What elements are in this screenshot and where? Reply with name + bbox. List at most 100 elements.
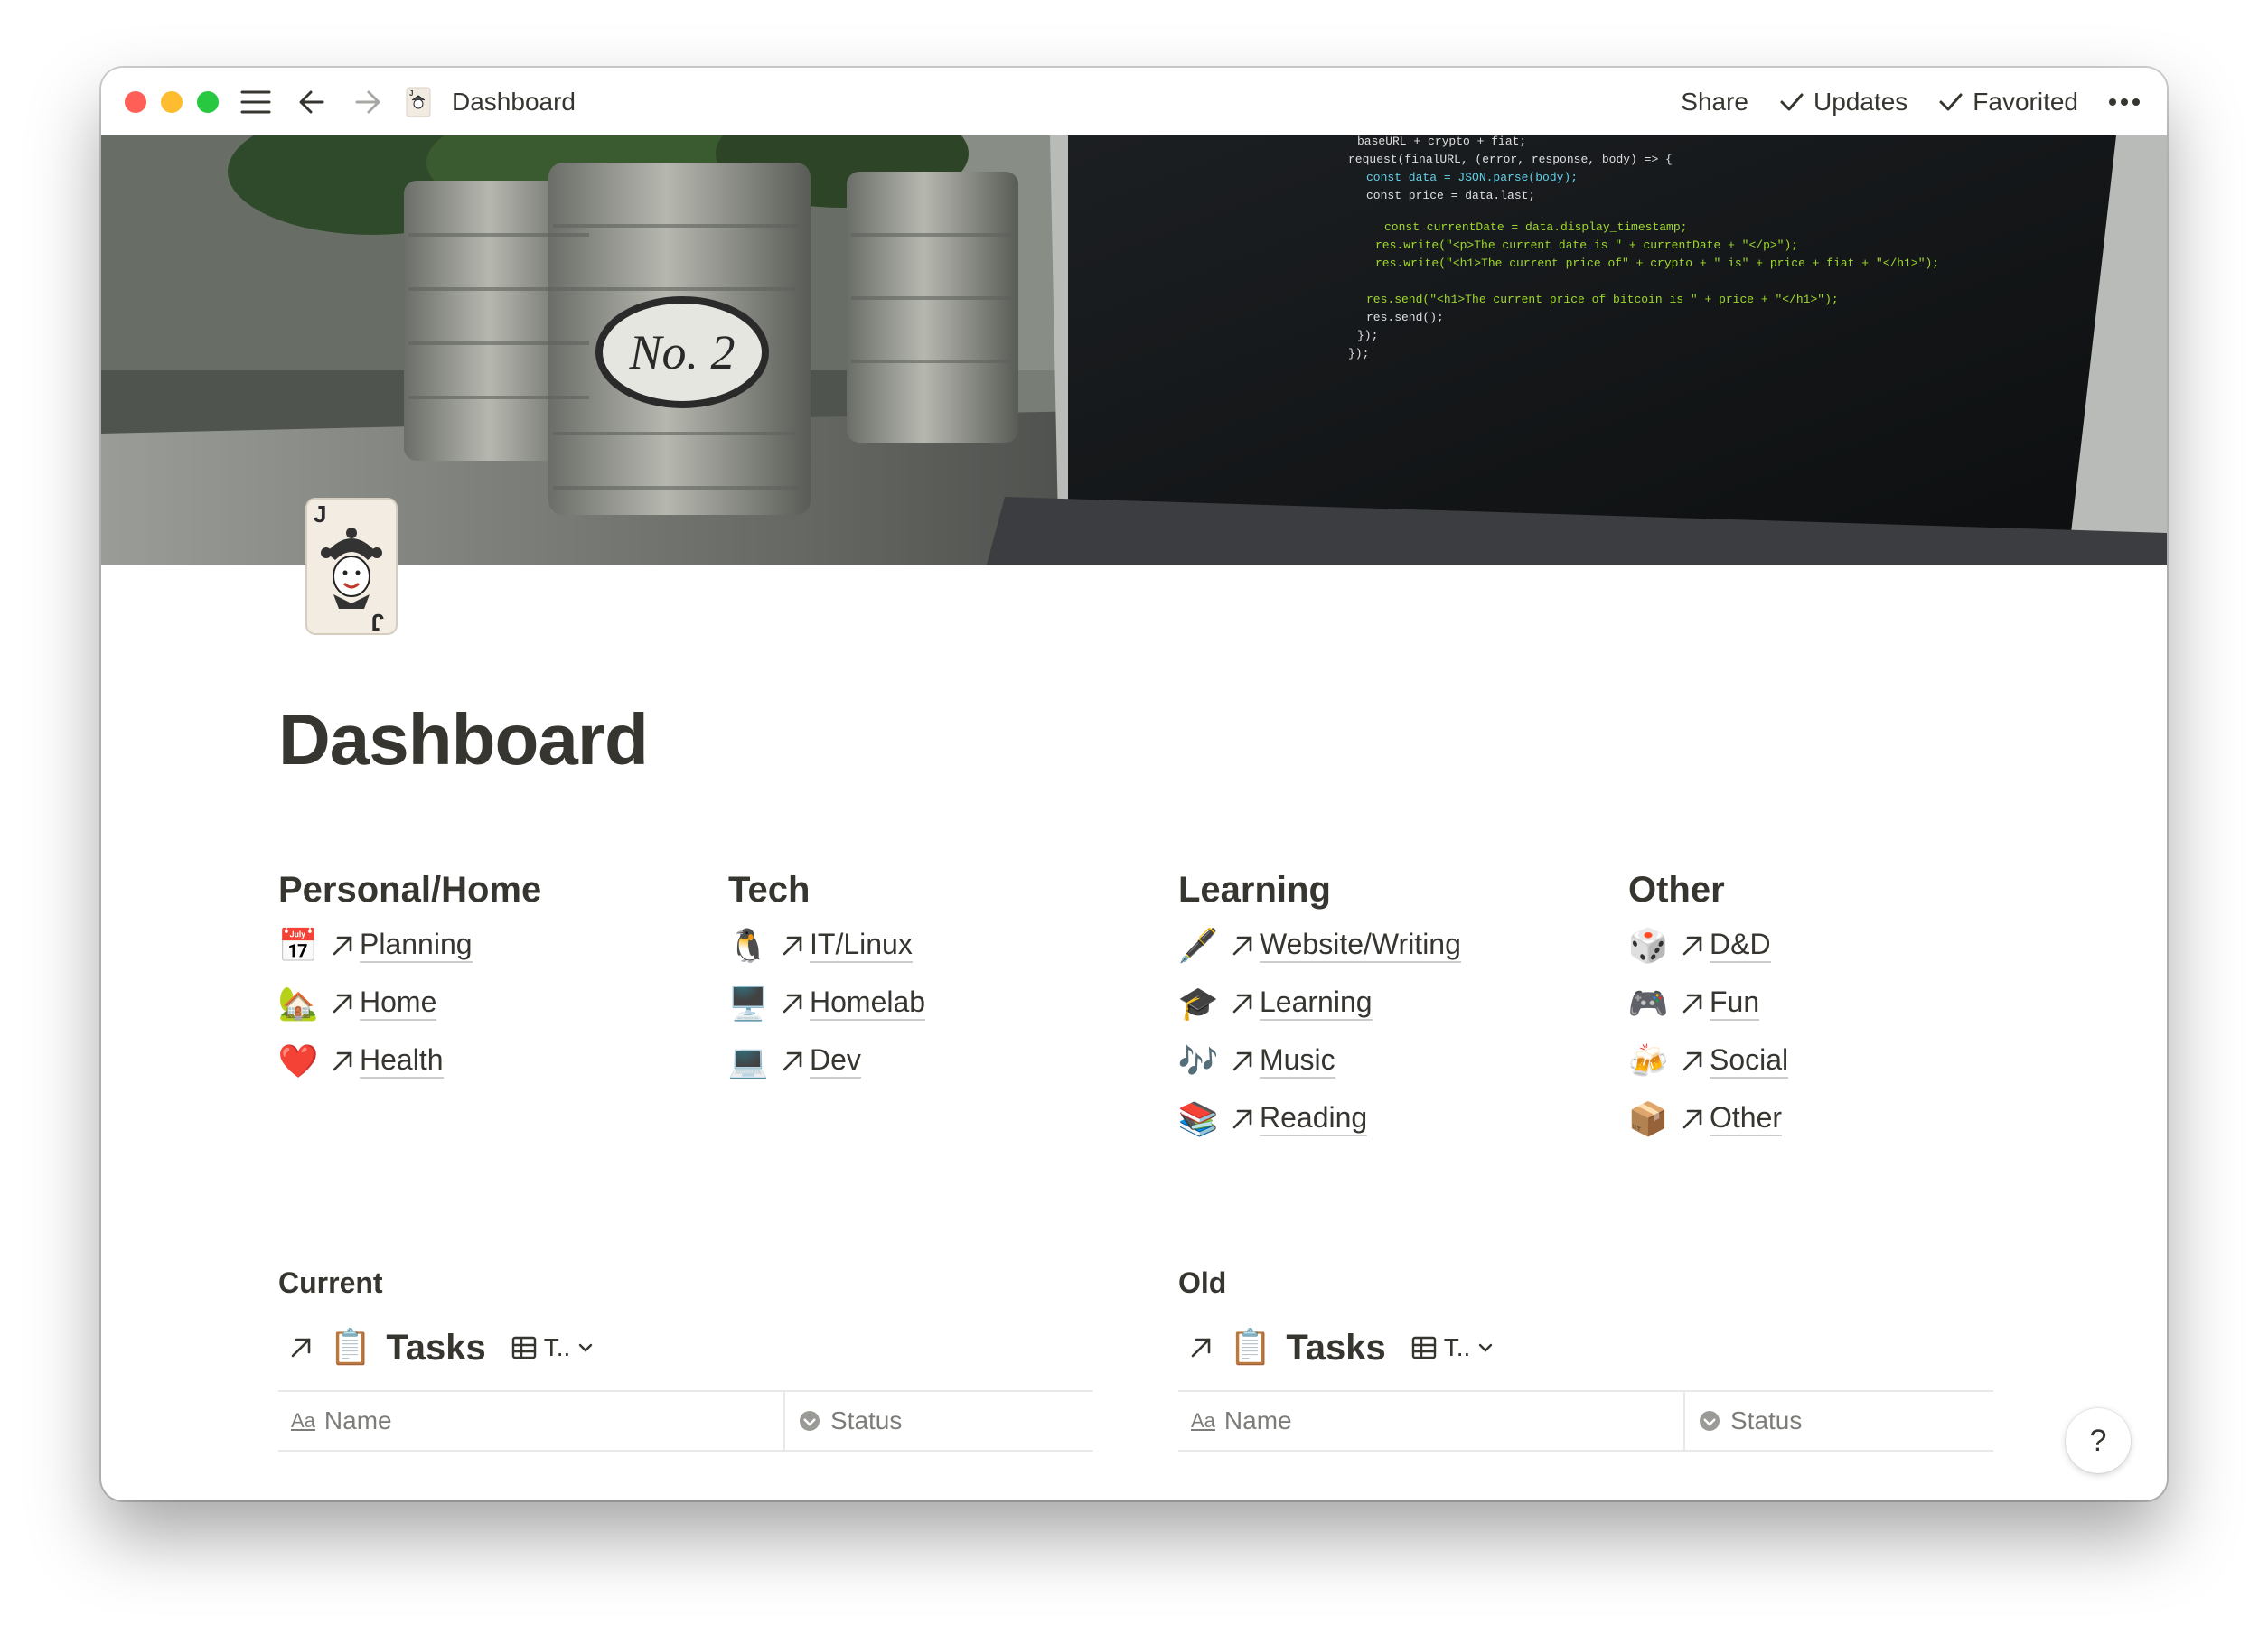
database-current: Current 📋 Tasks T.. Aa Name Status bbox=[278, 1260, 1093, 1452]
link-other[interactable]: 📦 Other bbox=[1628, 1090, 2062, 1148]
svg-text:});: }); bbox=[1357, 329, 1378, 342]
pen-icon: 🖋️ bbox=[1177, 927, 1219, 964]
status-icon bbox=[1700, 1411, 1720, 1431]
link-planning[interactable]: 📅 Planning bbox=[278, 917, 712, 975]
svg-text:const price = data.last;: const price = data.last; bbox=[1366, 189, 1535, 202]
link-label[interactable]: Learning bbox=[1260, 986, 1373, 1021]
link-label[interactable]: Music bbox=[1260, 1044, 1335, 1079]
link-label[interactable]: Dev bbox=[810, 1044, 861, 1079]
link-label[interactable]: Homelab bbox=[810, 986, 926, 1021]
clipboard-icon: 📋 bbox=[1229, 1329, 1272, 1367]
link-label[interactable]: Website/Writing bbox=[1260, 929, 1461, 963]
favorited-button[interactable]: Favorited bbox=[1938, 88, 2078, 117]
clipboard-icon: 📋 bbox=[329, 1329, 372, 1367]
more-options-button[interactable] bbox=[2109, 98, 2140, 106]
link-arrow-icon bbox=[783, 936, 802, 956]
graduation-cap-icon: 🎓 bbox=[1177, 985, 1219, 1022]
name-column-header[interactable]: Aa Name bbox=[1178, 1392, 1685, 1450]
calendar-icon: 📅 bbox=[277, 927, 319, 964]
pot-label: No. 2 bbox=[628, 325, 735, 379]
back-button[interactable] bbox=[293, 83, 331, 121]
link-arrow-icon bbox=[1682, 1051, 1702, 1071]
link-dev[interactable]: 💻 Dev bbox=[728, 1032, 1162, 1090]
arrow-left-icon bbox=[299, 90, 324, 113]
database-table-header: Aa Name Status bbox=[278, 1390, 1093, 1452]
penguin-icon: 🐧 bbox=[727, 927, 769, 964]
database-title-bar: 📋 Tasks T.. bbox=[1178, 1316, 1993, 1379]
database-view-selector[interactable]: T.. bbox=[511, 1333, 595, 1362]
link-label[interactable]: Other bbox=[1710, 1102, 1783, 1136]
menu-icon bbox=[240, 90, 271, 113]
view-label: T.. bbox=[543, 1333, 571, 1361]
table-icon bbox=[511, 1336, 536, 1359]
database-title[interactable]: Tasks bbox=[386, 1328, 485, 1369]
cover-image[interactable]: No. 2 baseURL + crypto + fiat; request(f… bbox=[101, 135, 2167, 565]
game-controller-icon: 🎮 bbox=[1627, 985, 1669, 1022]
link-learning[interactable]: 🎓 Learning bbox=[1178, 975, 1612, 1032]
app-window: J Dashboard Share Updates Favorited No. … bbox=[101, 68, 2167, 1500]
link-label[interactable]: Social bbox=[1710, 1044, 1789, 1079]
link-homelab[interactable]: 🖥️ Homelab bbox=[728, 975, 1162, 1032]
check-icon bbox=[1780, 93, 1804, 110]
link-health[interactable]: ❤️ Health bbox=[278, 1032, 712, 1090]
link-social[interactable]: 🍻 Social bbox=[1628, 1032, 2062, 1090]
link-dnd[interactable]: 🎲 D&D bbox=[1628, 917, 2062, 975]
link-label[interactable]: Health bbox=[360, 1044, 444, 1079]
link-arrow-icon bbox=[1232, 1109, 1252, 1129]
link-website-writing[interactable]: 🖋️ Website/Writing bbox=[1178, 917, 1612, 975]
close-window-button[interactable] bbox=[125, 91, 146, 113]
link-label[interactable]: Planning bbox=[360, 929, 473, 963]
section-heading: Other bbox=[1628, 870, 1725, 910]
table-icon bbox=[1411, 1336, 1436, 1359]
link-label[interactable]: Fun bbox=[1710, 986, 1760, 1021]
books-icon: 📚 bbox=[1177, 1100, 1219, 1137]
minimize-window-button[interactable] bbox=[161, 91, 183, 113]
link-arrow-icon bbox=[1232, 994, 1252, 1014]
link-it-linux[interactable]: 🐧 IT/Linux bbox=[728, 917, 1162, 975]
link-music[interactable]: 🎶 Music bbox=[1178, 1032, 1612, 1090]
database-title[interactable]: Tasks bbox=[1286, 1328, 1385, 1369]
share-button[interactable]: Share bbox=[1681, 88, 1748, 117]
link-fun[interactable]: 🎮 Fun bbox=[1628, 975, 2062, 1032]
link-label[interactable]: Reading bbox=[1260, 1102, 1368, 1136]
updates-button[interactable]: Updates bbox=[1779, 88, 1907, 117]
maximize-window-button[interactable] bbox=[197, 91, 219, 113]
svg-text:J: J bbox=[409, 89, 413, 98]
cover-photo-illustration: No. 2 baseURL + crypto + fiat; request(f… bbox=[101, 135, 2167, 565]
status-column-header[interactable]: Status bbox=[1685, 1392, 1993, 1450]
link-arrow-icon bbox=[1232, 1051, 1252, 1071]
link-label[interactable]: D&D bbox=[1710, 929, 1771, 963]
link-label[interactable]: Home bbox=[360, 986, 437, 1021]
page-breadcrumb-title[interactable]: Dashboard bbox=[452, 88, 576, 117]
view-label: T.. bbox=[1443, 1333, 1471, 1361]
titlebar-actions: Share Updates Favorited bbox=[1681, 68, 2140, 135]
link-arrow-icon[interactable] bbox=[1187, 1334, 1214, 1361]
link-arrow-icon bbox=[1682, 936, 1702, 956]
sidebar-menu-button[interactable] bbox=[237, 83, 275, 121]
page-title[interactable]: Dashboard bbox=[278, 698, 649, 781]
name-column-header[interactable]: Aa Name bbox=[278, 1392, 785, 1450]
link-reading[interactable]: 📚 Reading bbox=[1178, 1090, 1612, 1148]
help-button[interactable]: ? bbox=[2066, 1408, 2131, 1473]
database-view-selector[interactable]: T.. bbox=[1411, 1333, 1495, 1362]
page-icon-joker-card[interactable]: J J bbox=[305, 497, 398, 636]
section-other: Other 🎲 D&D 🎮 Fun 🍻 Social 📦 Other bbox=[1628, 863, 2062, 1148]
link-arrow-icon[interactable] bbox=[287, 1334, 314, 1361]
link-label[interactable]: IT/Linux bbox=[810, 929, 913, 963]
laptop-icon: 💻 bbox=[727, 1042, 769, 1079]
database-heading: Old bbox=[1178, 1266, 1227, 1299]
column-label: Status bbox=[1730, 1406, 1803, 1434]
column-label: Status bbox=[830, 1406, 903, 1434]
svg-text:J: J bbox=[314, 500, 326, 528]
forward-button[interactable] bbox=[349, 83, 387, 121]
svg-text:J: J bbox=[371, 609, 384, 636]
link-arrow-icon bbox=[1682, 1109, 1702, 1129]
section-heading: Personal/Home bbox=[278, 870, 542, 910]
text-property-icon: Aa bbox=[291, 1409, 315, 1432]
database-title-bar: 📋 Tasks T.. bbox=[278, 1316, 1093, 1379]
link-arrow-icon bbox=[1232, 936, 1252, 956]
desktop-computer-icon: 🖥️ bbox=[727, 985, 769, 1022]
status-column-header[interactable]: Status bbox=[785, 1392, 1093, 1450]
section-heading: Learning bbox=[1178, 870, 1331, 910]
link-home[interactable]: 🏡 Home bbox=[278, 975, 712, 1032]
